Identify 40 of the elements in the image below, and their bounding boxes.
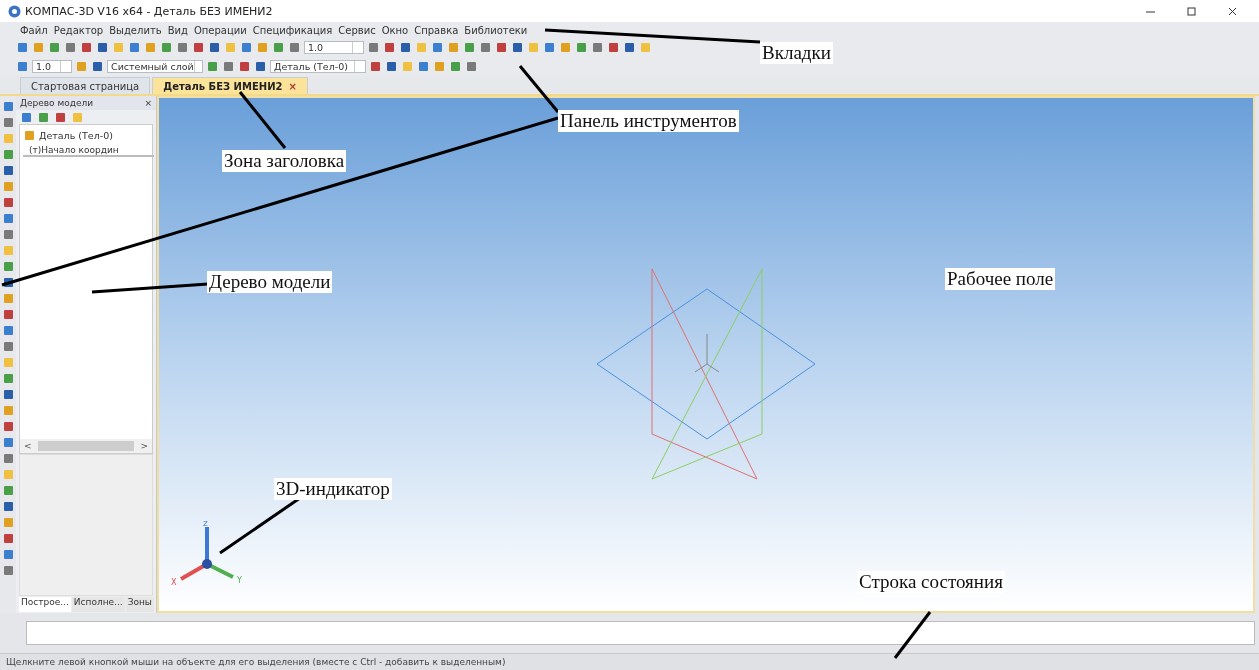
panel-close-button[interactable]: × <box>144 98 152 108</box>
annotation-label: Дерево модели <box>207 271 333 293</box>
panel-tab[interactable]: Исполне... <box>71 597 125 612</box>
menu-item[interactable]: Спецификация <box>252 24 333 36</box>
menu-item[interactable]: Редактор <box>53 24 104 36</box>
maximize-icon[interactable] <box>1185 4 1198 18</box>
menu-item[interactable]: Окно <box>381 24 409 36</box>
status-text: Щелкните левой кнопкой мыши на объекте для его выделения (вместе с Ctrl - добавить к выделенным) <box>6 657 506 667</box>
tree-item[interactable]: Деталь (Тел-0) <box>23 129 149 142</box>
annotation-label: Вкладки <box>760 42 833 64</box>
menu-item[interactable]: Сервис <box>338 24 376 36</box>
menu-item[interactable]: Библиотеки <box>464 24 528 36</box>
layer-field[interactable]: Системный слой <box>107 60 203 73</box>
leader-line <box>518 65 560 113</box>
scale-field[interactable]: 1.0 <box>304 41 364 54</box>
command-field[interactable] <box>26 621 1255 645</box>
panel-tab[interactable]: Зоны <box>125 597 154 612</box>
menu-item[interactable]: Вид <box>167 24 188 36</box>
annotation-label: Рабочее поле <box>945 268 1056 290</box>
horizontal-scrollbar[interactable]: < > <box>20 439 152 453</box>
panel-title: Дерево модели <box>20 98 94 108</box>
document-tab[interactable]: Деталь БЕЗ ИМЕНИ2 × <box>152 77 308 94</box>
panel-tab[interactable]: Построе... <box>19 597 71 612</box>
window-title: КОМПАС-3D V16 x64 - Деталь БЕЗ ИМЕНИ2 <box>25 4 273 18</box>
annotation-label: 3D-индикатор <box>274 478 392 500</box>
step-field[interactable]: 1.0 <box>32 60 72 73</box>
leader-line <box>893 611 932 659</box>
menu-item[interactable]: Справка <box>414 24 459 36</box>
tab-close-button[interactable]: × <box>288 80 297 92</box>
annotation-label: Строка состояния <box>857 571 1005 593</box>
menu-item[interactable]: Операции <box>193 24 247 36</box>
app-logo-icon <box>8 4 21 18</box>
menu-item[interactable]: Выделить <box>109 24 162 36</box>
toolbar-icon[interactable] <box>1 276 15 289</box>
annotation-label: Панель инструментов <box>558 110 739 132</box>
body-field[interactable]: Деталь (Тел-0) <box>270 60 366 73</box>
annotation-label: Зона заголовка <box>222 150 347 172</box>
tree-item[interactable]: (т)Начало координ <box>23 145 154 157</box>
document-tab[interactable]: Стартовая страница <box>20 77 151 94</box>
menu-item[interactable]: Файл <box>20 24 48 36</box>
